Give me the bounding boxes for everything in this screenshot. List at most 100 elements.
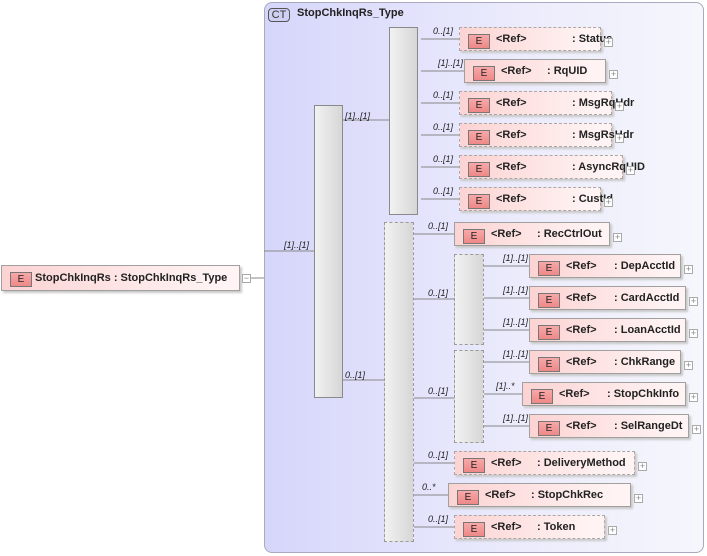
sequence-compositor-top[interactable] bbox=[389, 27, 418, 215]
element-ref-box[interactable]: E <Ref>: LoanAcctId bbox=[529, 318, 686, 342]
cardinality-label: 0..[1] bbox=[345, 370, 366, 380]
element-ref-box[interactable]: E <Ref>: Token bbox=[454, 515, 605, 539]
element-name: : MsgRqHdr bbox=[572, 97, 635, 109]
element-badge: E bbox=[10, 272, 32, 287]
root-element[interactable]: E StopChkInqRs : StopChkInqRs_Type bbox=[1, 265, 240, 291]
expand-toggle[interactable]: + bbox=[689, 393, 698, 402]
cardinality-label: [1]..[1] bbox=[503, 317, 529, 327]
cardinality-label: [1]..[1] bbox=[284, 240, 310, 250]
ref-label: <Ref> bbox=[491, 228, 522, 240]
element-badge: E bbox=[468, 194, 490, 209]
element-name: : SelRangeDt bbox=[614, 420, 683, 432]
choice-compositor-account[interactable] bbox=[454, 254, 484, 345]
element-ref-box[interactable]: E <Ref> : DepAcctId bbox=[529, 254, 681, 278]
element-name: : DepAcctId bbox=[614, 260, 676, 272]
expand-toggle[interactable]: + bbox=[689, 329, 698, 338]
element-name: : MsgRsHdr bbox=[572, 129, 634, 141]
element-name: : DeliveryMethod bbox=[537, 457, 626, 469]
element-badge: E bbox=[473, 66, 495, 81]
cardinality-label: 0..[1] bbox=[428, 450, 449, 460]
expand-toggle[interactable]: + bbox=[615, 102, 624, 111]
element-ref-box[interactable]: E <Ref> : DeliveryMethod bbox=[454, 451, 635, 475]
choice-compositor-range[interactable] bbox=[454, 350, 484, 443]
ref-label: <Ref> bbox=[566, 260, 597, 272]
element-ref-box[interactable]: E <Ref> : RecCtrlOut bbox=[454, 222, 610, 246]
ref-label: <Ref> bbox=[491, 457, 522, 469]
element-badge: E bbox=[468, 98, 490, 113]
expand-toggle[interactable]: + bbox=[608, 526, 617, 535]
element-name: : Token bbox=[537, 521, 576, 533]
ref-label: <Ref> bbox=[496, 33, 527, 45]
expand-toggle[interactable]: + bbox=[604, 38, 613, 47]
element-badge: E bbox=[531, 389, 553, 404]
cardinality-label: [1]..[1] bbox=[438, 58, 464, 68]
cardinality-label: 0..* bbox=[422, 482, 436, 492]
expand-toggle[interactable]: + bbox=[638, 462, 647, 471]
ref-label: <Ref> bbox=[566, 356, 597, 368]
expand-toggle[interactable]: + bbox=[615, 134, 624, 143]
expand-toggle[interactable]: + bbox=[689, 297, 698, 306]
cardinality-label: 0..[1] bbox=[433, 26, 454, 36]
element-ref-box[interactable]: E <Ref> : SelRangeDt bbox=[529, 414, 689, 438]
cardinality-label: [1]..[1] bbox=[503, 253, 529, 263]
cardinality-label: 0..[1] bbox=[428, 221, 449, 231]
sequence-compositor-bottom[interactable] bbox=[384, 222, 414, 542]
element-badge: E bbox=[457, 490, 479, 505]
element-ref-box[interactable]: E <Ref> : CardAcctId bbox=[529, 286, 686, 310]
cardinality-label: [1]..[1] bbox=[345, 111, 371, 121]
element-name: : StopChkRec bbox=[531, 489, 604, 501]
cardinality-label: [1]..[1] bbox=[503, 349, 529, 359]
ref-label: <Ref> bbox=[496, 161, 527, 173]
element-badge: E bbox=[538, 293, 560, 308]
cardinality-label: 0..[1] bbox=[428, 288, 449, 298]
element-ref-box[interactable]: E <Ref>: AsyncRqUID bbox=[459, 155, 645, 179]
cardinality-label: [1]..* bbox=[496, 381, 515, 391]
expand-toggle[interactable]: + bbox=[634, 494, 643, 503]
expand-toggle[interactable]: + bbox=[604, 198, 613, 207]
ref-label: <Ref> bbox=[559, 388, 590, 400]
element-badge: E bbox=[538, 421, 560, 436]
element-ref-box[interactable]: E <Ref>: ChkRange bbox=[529, 350, 681, 374]
cardinality-label: 0..[1] bbox=[433, 122, 454, 132]
element-badge: E bbox=[538, 325, 560, 340]
element-name: : RqUID bbox=[547, 65, 588, 77]
element-badge: E bbox=[463, 458, 485, 473]
cardinality-label: 0..[1] bbox=[433, 186, 454, 196]
element-ref-box[interactable]: E <Ref>: RqUID bbox=[464, 59, 606, 83]
element-badge: E bbox=[468, 130, 490, 145]
expand-toggle[interactable]: + bbox=[609, 70, 618, 79]
element-name: : CardAcctId bbox=[614, 292, 680, 304]
sequence-compositor-main[interactable] bbox=[314, 105, 343, 398]
element-ref-box[interactable]: E <Ref> : StopChkInfo bbox=[522, 382, 686, 406]
element-badge: E bbox=[538, 261, 560, 276]
element-badge: E bbox=[463, 522, 485, 537]
element-ref-box[interactable]: E <Ref>: CustId bbox=[459, 187, 613, 211]
ref-label: <Ref> bbox=[496, 129, 527, 141]
expand-toggle[interactable]: + bbox=[692, 425, 701, 434]
element-ref-box[interactable]: E <Ref> : StopChkRec bbox=[448, 483, 631, 507]
ref-label: <Ref> bbox=[496, 97, 527, 109]
expand-toggle[interactable]: + bbox=[626, 166, 635, 175]
cardinality-label: [1]..[1] bbox=[503, 413, 529, 423]
root-label: StopChkInqRs : StopChkInqRs_Type bbox=[35, 272, 228, 284]
cardinality-label: 0..[1] bbox=[428, 386, 449, 396]
element-ref-box[interactable]: E <Ref> : MsgRqHdr bbox=[459, 91, 634, 115]
ref-label: <Ref> bbox=[485, 489, 516, 501]
element-badge: E bbox=[538, 357, 560, 372]
element-badge: E bbox=[463, 229, 485, 244]
cardinality-label: 0..[1] bbox=[433, 154, 454, 164]
ref-label: <Ref> bbox=[566, 292, 597, 304]
element-badge: E bbox=[468, 34, 490, 49]
element-ref-box[interactable]: E <Ref>: Status bbox=[459, 27, 612, 51]
element-name: : StopChkInfo bbox=[607, 388, 680, 400]
cardinality-label: 0..[1] bbox=[433, 90, 454, 100]
expand-toggle[interactable]: + bbox=[684, 361, 693, 370]
expand-toggle[interactable]: + bbox=[684, 265, 693, 274]
ref-label: <Ref> bbox=[496, 193, 527, 205]
element-name: : RecCtrlOut bbox=[537, 228, 602, 240]
element-ref-box[interactable]: E <Ref> : MsgRsHdr bbox=[459, 123, 634, 147]
cardinality-label: [1]..[1] bbox=[503, 285, 529, 295]
ref-label: <Ref> bbox=[566, 420, 597, 432]
collapse-toggle[interactable]: − bbox=[242, 274, 251, 283]
expand-toggle[interactable]: + bbox=[613, 233, 622, 242]
